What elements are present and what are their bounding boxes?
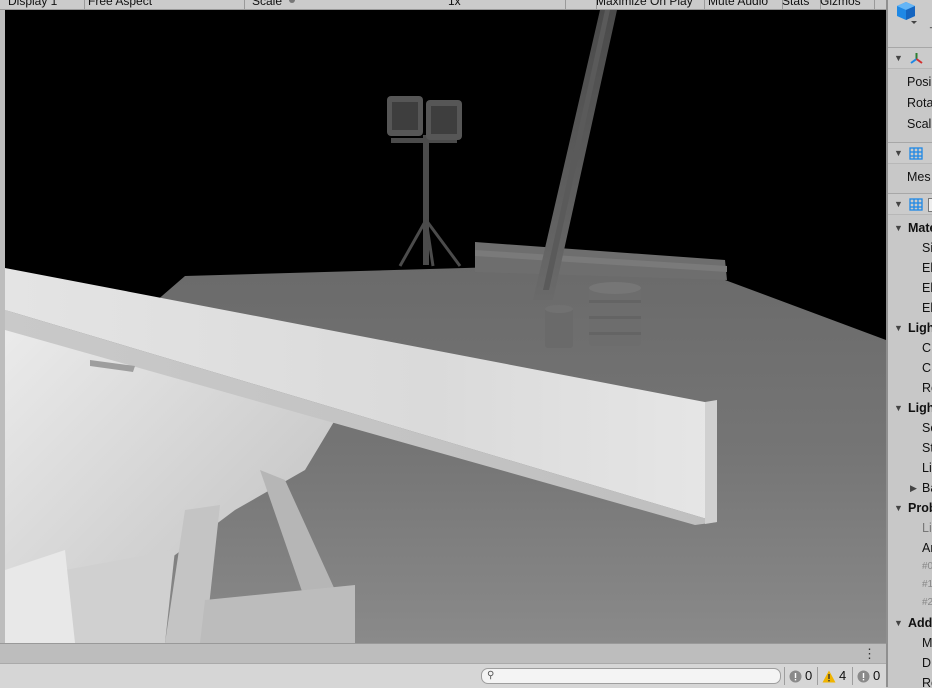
small-barrel [545,305,573,348]
message-count: 0 [873,668,881,683]
scale-in-lightmap-label: Sc [922,421,932,435]
maximize-on-play-toggle[interactable]: Maximize On Play [592,0,705,9]
contribute-gi-label: C [922,361,932,375]
probe-1-label: #1 [922,579,932,590]
lightmap-parameters-label: Li [922,461,932,475]
mesh-renderer-icon [909,198,923,211]
foldout-icon[interactable]: ▼ [894,498,903,518]
separator [784,667,785,685]
foldout-icon[interactable]: ▼ [894,194,903,214]
search-icon: ⚲ [487,670,495,681]
error-count-toggle[interactable]: 0 [789,667,812,685]
probes-foldout[interactable]: Prob [908,498,932,518]
mute-audio-toggle[interactable]: Mute Audio [704,0,783,9]
dynamic-occlusion-label: D [922,656,932,670]
transform-header[interactable]: ▼ [888,47,932,69]
probe-0-label: #0 [922,561,932,572]
mesh-filter-header[interactable]: ▼ [888,142,932,164]
display-dropdown[interactable]: Display 1 [4,0,85,9]
size-label: Si [922,241,932,255]
foldout-icon[interactable]: ▼ [894,398,903,418]
mesh-renderer-header[interactable]: ▼ [888,193,932,215]
separator [817,667,818,685]
stats-toggle[interactable]: Stats [778,0,821,9]
scale-slider-handle[interactable] [289,0,295,3]
anchor-override-label: An [922,541,932,555]
scale-label-inspector: Scal [907,117,932,131]
foldout-icon[interactable]: ▶ [910,478,917,498]
mesh-filter-icon [909,147,923,160]
warning-count: 4 [839,668,847,683]
rotation-label: Rota [907,96,932,110]
lighting-foldout[interactable]: Ligh [908,318,932,338]
enable-checkbox[interactable] [928,198,932,212]
motion-vectors-label: M [922,636,932,650]
probe-2-label: #2 [922,597,932,608]
console-search[interactable]: ⚲ [481,668,781,684]
game-viewport[interactable] [5,10,886,643]
transform-icon [910,53,923,64]
console-tab-strip: ⋮ [0,643,886,664]
scale-value: 1x [444,0,566,9]
scale-label: Scale [252,0,283,8]
game-view-toolbar: Display 1 Free Aspect Scale 1x Maximize … [0,0,886,10]
light-probes-label: Li [922,521,932,535]
receive-gi-label: Re [922,381,932,395]
additional-settings-foldout[interactable]: Add [908,613,932,633]
more-options-icon[interactable]: ⋮ [863,647,876,660]
foldout-icon[interactable]: ▼ [894,143,903,163]
search-input[interactable] [500,669,770,683]
console-toolbar: ⚲ 0 4 0 [0,663,886,688]
baked-lightmap-foldout[interactable]: Ba [922,478,932,498]
mesh-label: Mes [907,170,931,184]
separator [852,667,853,685]
inspector-panel: _ ▼ Posi Rota Scal ▼ Mes ▼ [888,0,932,687]
light-tower [387,96,462,267]
foldout-icon[interactable]: ▼ [894,218,903,238]
aspect-dropdown[interactable]: Free Aspect [84,0,245,9]
position-label: Posi [907,75,932,89]
element1-label: El [922,281,932,295]
error-count: 0 [805,668,813,683]
warning-icon [822,670,836,683]
message-count-toggle[interactable]: 0 [857,667,880,685]
stitch-seams-label: St [922,441,932,455]
foldout-icon[interactable]: ▼ [894,48,903,68]
materials-foldout[interactable]: Mate [908,218,932,238]
error-icon [857,670,870,683]
warning-count-toggle[interactable]: 4 [822,667,846,685]
inspector-header: _ [888,0,932,48]
cube-icon[interactable] [896,0,920,26]
element0-label: El [922,261,932,275]
rendering-layer-label: Re [922,676,932,687]
barrel [589,282,641,346]
cast-shadows-label: C [922,341,932,355]
lightmapping-foldout[interactable]: Ligh [908,398,932,418]
foldout-icon[interactable]: ▼ [894,613,903,633]
gizmos-dropdown[interactable]: Gizmos [816,0,875,9]
element2-label: El [922,301,932,315]
info-icon [789,670,802,683]
foldout-icon[interactable]: ▼ [894,318,903,338]
